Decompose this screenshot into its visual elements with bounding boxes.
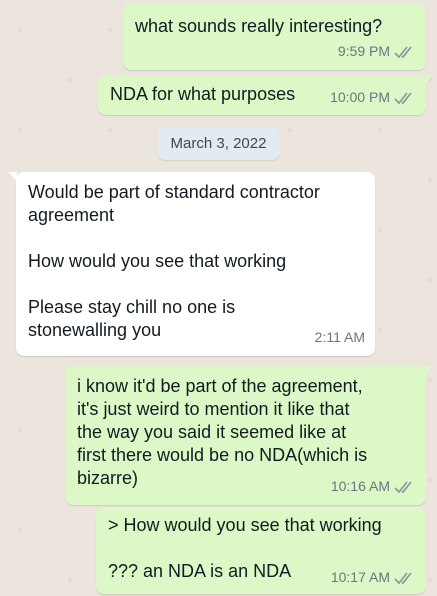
message-meta: 10:16 AM xyxy=(331,475,416,498)
message-time: 9:59 PM xyxy=(337,43,390,59)
double-check-icon xyxy=(394,92,412,104)
date-separator: March 3, 2022 xyxy=(157,127,280,160)
message-text: i know it'd be part of the agreement, it… xyxy=(77,376,368,488)
message-time: 2:11 AM xyxy=(314,329,365,345)
double-check-icon xyxy=(394,572,412,584)
chat-background: what sounds really interesting? 9:59 PM … xyxy=(0,0,437,596)
date-separator-label: March 3, 2022 xyxy=(170,135,267,152)
double-check-icon xyxy=(394,46,412,58)
message-bubble-outgoing[interactable]: > How would you see that working ??? an … xyxy=(96,508,426,594)
message-time: 10:00 PM xyxy=(330,89,390,105)
message-text: what sounds really interesting? xyxy=(135,16,383,36)
message-bubble-outgoing[interactable]: NDA for what purposes 10:00 PM xyxy=(98,75,433,115)
message-bubble-outgoing[interactable]: what sounds really interesting? 9:59 PM xyxy=(123,4,426,70)
message-bubble-incoming[interactable]: Would be part of standard contractor agr… xyxy=(9,172,375,356)
message-text: Would be part of standard contractor agr… xyxy=(28,182,320,340)
message-meta: 2:11 AM xyxy=(315,326,365,349)
message-bubble-outgoing[interactable]: i know it'd be part of the agreement, it… xyxy=(65,366,433,505)
message-meta: 10:00 PM xyxy=(330,86,416,109)
double-check-icon xyxy=(394,481,412,493)
message-text: NDA for what purposes xyxy=(110,84,296,104)
message-time: 10:17 AM xyxy=(330,569,390,585)
message-meta: 9:59 PM xyxy=(338,40,416,63)
message-time: 10:16 AM xyxy=(330,478,390,494)
message-meta: 10:17 AM xyxy=(331,566,416,589)
